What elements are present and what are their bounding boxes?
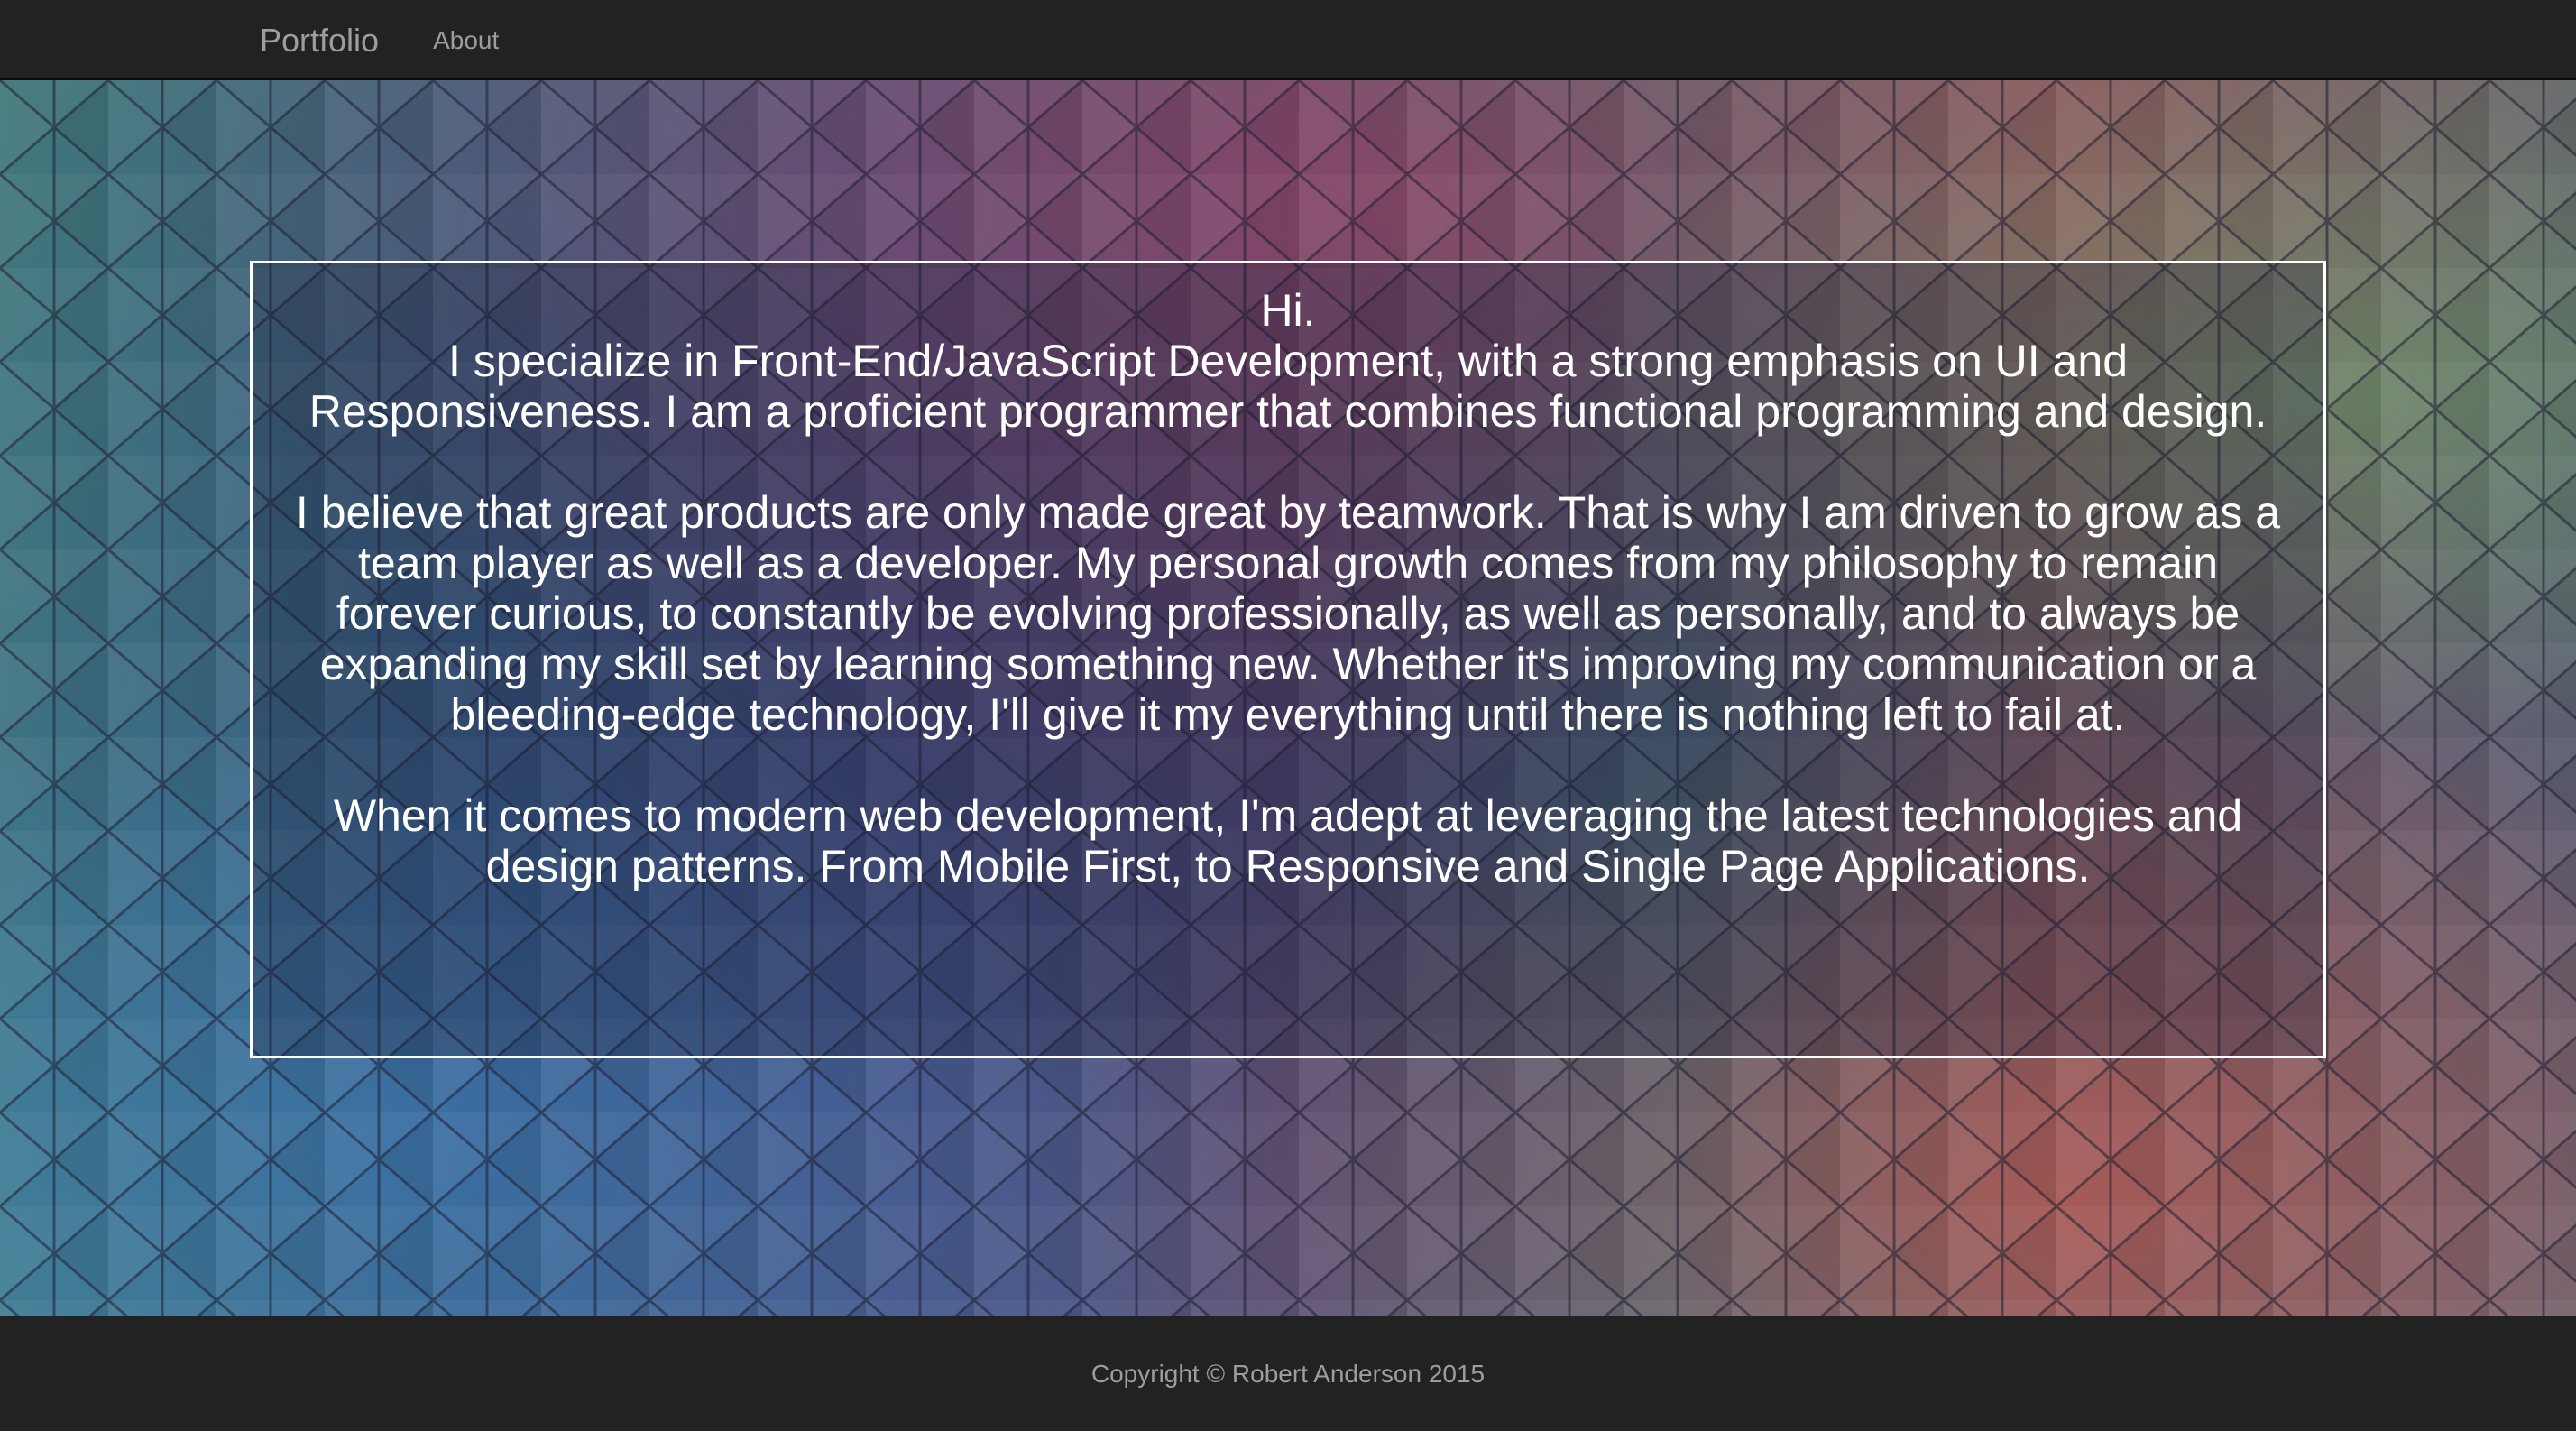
copyright-text: Copyright © Robert Anderson 2015 (1090, 1359, 1486, 1388)
brand-link[interactable]: Portfolio (260, 22, 379, 60)
navbar-inner: Portfolio About (260, 0, 499, 80)
page-footer: Copyright © Robert Anderson 2015 (0, 1316, 2576, 1431)
hero-section: Hi. I specialize in Front-End/JavaScript… (0, 80, 2576, 1316)
intro-paragraph-specialty: I specialize in Front-End/JavaScript Dev… (308, 336, 2268, 437)
intro-paragraph-teamwork: I believe that great products are only m… (295, 487, 2281, 740)
top-navbar: Portfolio About (0, 0, 2576, 80)
greeting-heading: Hi. (1260, 285, 1316, 336)
intro-box: Hi. I specialize in Front-End/JavaScript… (250, 261, 2326, 1058)
intro-paragraph-web-development: When it comes to modern web development,… (333, 790, 2243, 891)
nav-link-about[interactable]: About (433, 26, 499, 55)
